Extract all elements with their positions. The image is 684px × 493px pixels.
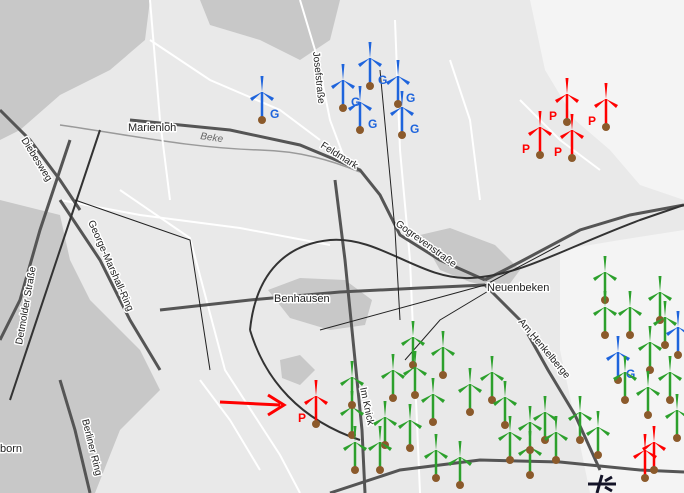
map-overlay — [219, 393, 616, 493]
map-viewport[interactable]: Marienloh Benhausen Neuenbeken born Beke… — [0, 0, 684, 493]
arrow-right-icon — [219, 393, 287, 417]
aircraft-icon — [588, 474, 616, 493]
